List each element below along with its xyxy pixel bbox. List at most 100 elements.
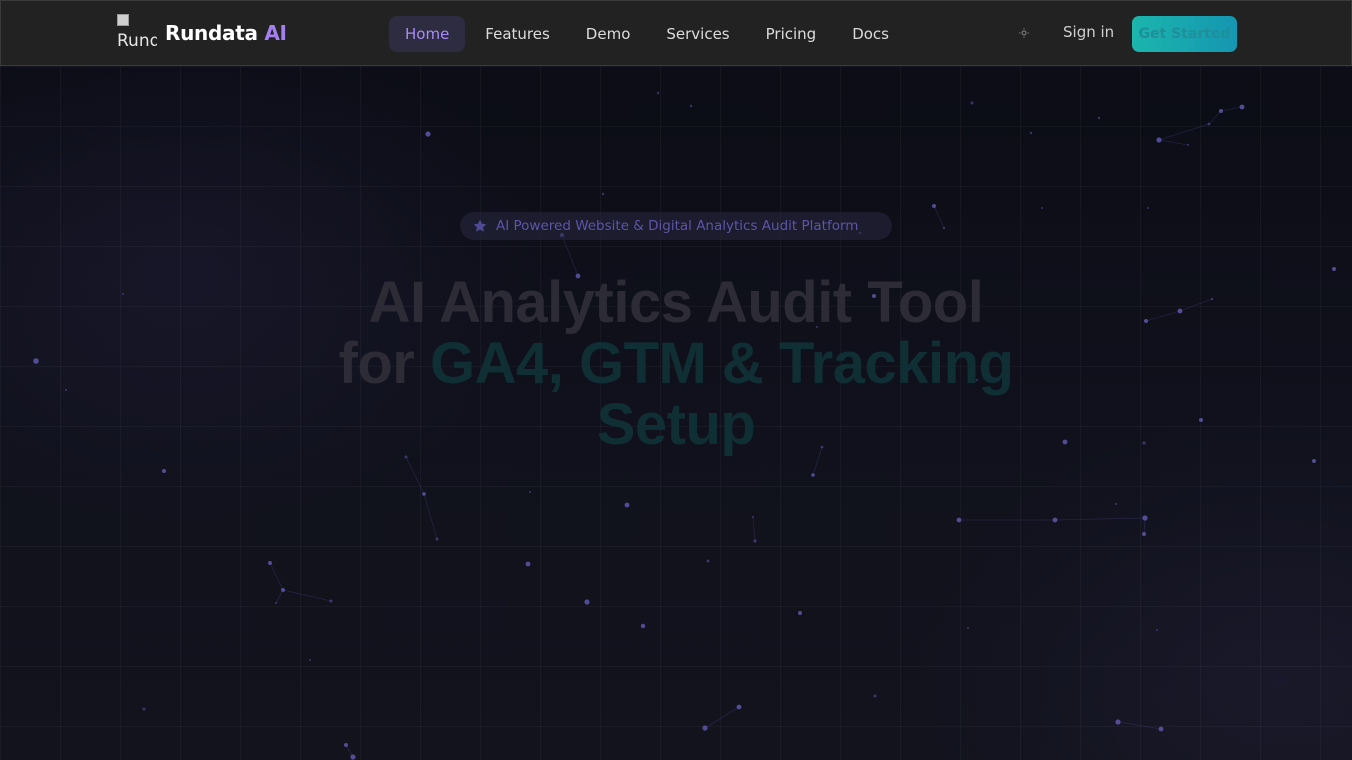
- particle-dot: [309, 659, 311, 661]
- particle-dot: [706, 559, 710, 563]
- particle-dot: [1142, 532, 1146, 536]
- brand-name[interactable]: Rundata AI: [165, 21, 287, 45]
- sun-icon-graphic: [1019, 28, 1029, 38]
- particle-dot: [811, 473, 815, 477]
- particle-dot: [956, 517, 962, 523]
- logo-image[interactable]: Rund: [117, 14, 157, 50]
- particle-dot: [932, 204, 936, 208]
- particle-dot: [422, 492, 426, 496]
- particle-dot: [1144, 319, 1148, 323]
- hero-badge-text: AI Powered Website & Digital Analytics A…: [496, 218, 859, 234]
- page: Rund Rundata AI Home Features Demo Servi…: [0, 0, 1352, 760]
- hero-title-highlight-1: GA4, GTM & Tracking: [429, 331, 1014, 396]
- particle-link: [1158, 123, 1210, 141]
- particle-dot: [1115, 719, 1121, 725]
- particle-link: [704, 706, 740, 729]
- particle-dot: [624, 502, 630, 508]
- nav-item-docs[interactable]: Docs: [836, 16, 905, 52]
- particle-dot: [425, 131, 431, 137]
- particle-link: [1220, 106, 1243, 112]
- particle-dot: [873, 694, 877, 698]
- particle-dot: [1041, 207, 1043, 209]
- particle-dot: [702, 725, 708, 731]
- particle-dot: [1142, 441, 1146, 445]
- brand-accent-text: AI: [264, 21, 287, 45]
- hero-title-line1: AI Analytics Audit Tool: [368, 270, 984, 335]
- particle-link: [1117, 721, 1162, 730]
- particle-dot: [122, 293, 124, 295]
- brand-name-text: Rundata: [165, 21, 258, 45]
- particle-dot: [350, 754, 356, 760]
- logo-alt-text: Rund: [117, 31, 157, 50]
- particle-dot: [1156, 629, 1158, 631]
- particle-dot: [967, 627, 969, 629]
- particle-dot: [752, 516, 754, 518]
- particle-dot: [1199, 418, 1203, 422]
- particle-dot: [1029, 131, 1033, 135]
- particle-link: [1158, 139, 1189, 146]
- hero-title-for: for: [338, 331, 415, 396]
- particle-dot: [1210, 297, 1214, 301]
- particle-dot: [281, 588, 285, 592]
- particle-dot: [1177, 308, 1183, 314]
- particle-link: [1145, 310, 1181, 322]
- particle-link: [269, 562, 284, 591]
- nav-item-features[interactable]: Features: [469, 16, 566, 52]
- particle-dot: [329, 599, 333, 603]
- particle-dot: [656, 91, 660, 95]
- particle-dot: [640, 623, 646, 629]
- particle-link: [405, 456, 425, 495]
- particle-link: [752, 516, 756, 542]
- particle-dot: [1052, 517, 1058, 523]
- particle-dot: [162, 469, 166, 473]
- particle-dot: [33, 358, 39, 364]
- particle-link: [275, 589, 284, 604]
- particle-link: [1054, 517, 1146, 521]
- particle-dot: [142, 707, 146, 711]
- particle-dot: [1219, 109, 1223, 113]
- particle-dot: [404, 455, 408, 459]
- particle-dot: [970, 101, 974, 105]
- particle-dot: [1097, 116, 1101, 120]
- nav-item-pricing[interactable]: Pricing: [750, 16, 833, 52]
- particle-dot: [268, 561, 272, 565]
- particle-dot: [753, 539, 757, 543]
- get-started-button[interactable]: Get Started: [1132, 16, 1237, 52]
- hero-badge: AI Powered Website & Digital Analytics A…: [460, 212, 892, 240]
- particle-link: [1208, 110, 1222, 125]
- particle-link: [282, 589, 332, 602]
- sun-icon[interactable]: [1019, 28, 1029, 38]
- particle-dot: [601, 192, 605, 196]
- main-nav: Home Features Demo Services Pricing Docs: [389, 16, 909, 52]
- nav-item-demo[interactable]: Demo: [570, 16, 647, 52]
- particle-dot: [1332, 267, 1336, 271]
- particle-dot: [529, 491, 531, 493]
- particle-dot: [1115, 503, 1117, 505]
- particle-dot: [689, 104, 693, 108]
- broken-image-icon: [117, 14, 129, 26]
- particle-link: [423, 493, 438, 540]
- particle-dot: [275, 602, 277, 604]
- particle-dot: [1158, 726, 1164, 732]
- particle-dot: [1312, 459, 1316, 463]
- particle-dot: [584, 599, 590, 605]
- nav-item-services[interactable]: Services: [650, 16, 745, 52]
- particle-dot: [344, 743, 348, 747]
- particle-dot: [65, 389, 67, 391]
- particle-dot: [1187, 144, 1189, 146]
- particle-dot: [798, 611, 802, 615]
- site-header: Rund Rundata AI Home Features Demo Servi…: [0, 0, 1352, 66]
- particle-link: [933, 205, 945, 229]
- particle-dot: [525, 561, 531, 567]
- nav-item-home[interactable]: Home: [389, 16, 466, 52]
- particle-dot: [736, 704, 742, 710]
- particle-link: [1179, 298, 1213, 312]
- hero-title-highlight-2: Setup: [596, 392, 756, 457]
- sign-in-link[interactable]: Sign in: [1063, 23, 1114, 41]
- particle-dot: [435, 537, 439, 541]
- particle-dot: [1142, 515, 1148, 521]
- particle-dot: [942, 226, 946, 230]
- hero-title: AI Analytics Audit Tool for GA4, GTM & T…: [276, 272, 1076, 455]
- particle-dot: [1147, 207, 1149, 209]
- star-icon: [473, 219, 487, 232]
